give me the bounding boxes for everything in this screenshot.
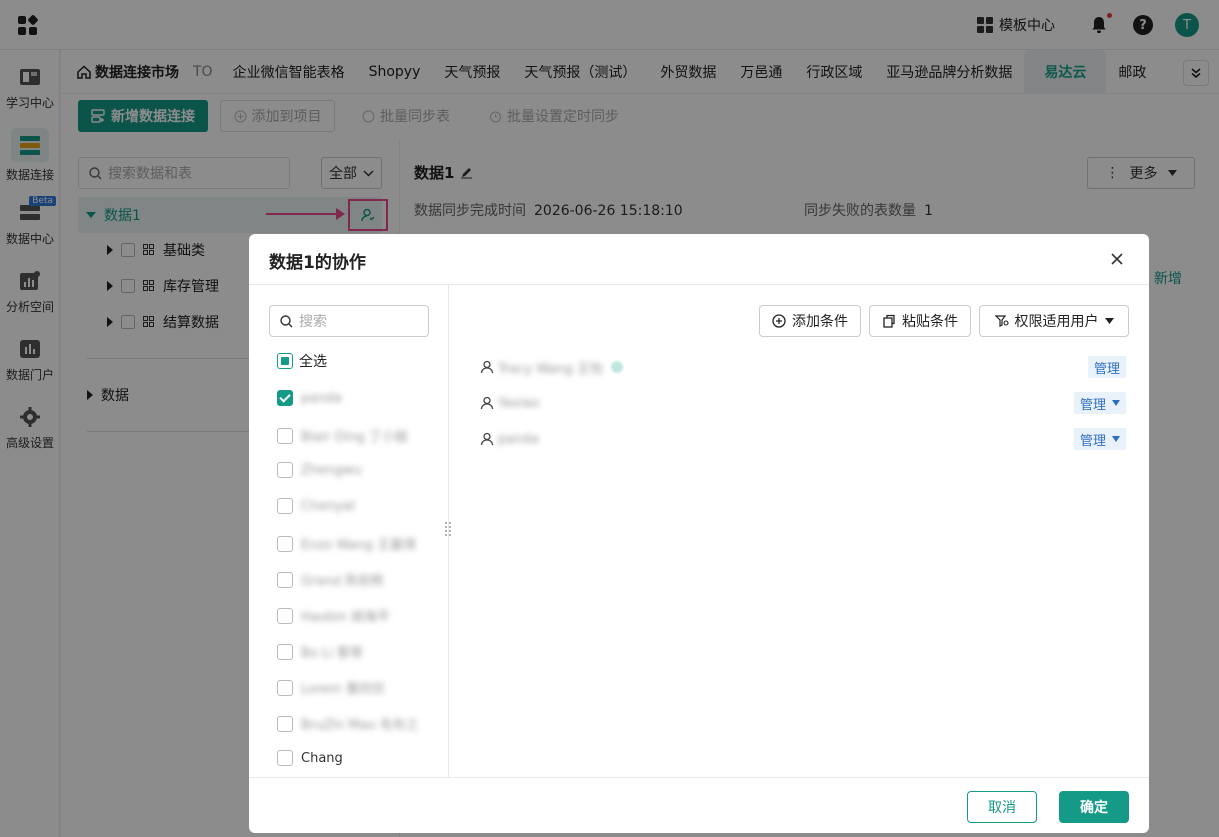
user-name: Zhengwu — [301, 462, 362, 478]
paste-icon — [883, 314, 895, 328]
add-condition-button[interactable]: 添加条件 — [759, 305, 861, 337]
user-search-input[interactable]: 搜索 — [269, 305, 429, 337]
paste-condition-label: 粘贴条件 — [902, 314, 958, 330]
role-label: 管理 — [1093, 361, 1120, 377]
user-option[interactable]: Blair Ding 丁小姐 — [277, 426, 408, 445]
user-name: Chang — [301, 750, 343, 766]
permission-panel: 添加条件 粘贴条件 权限适用用户 Tracy Wang 王怡 管理 Yaxiao… — [450, 285, 1149, 777]
checkbox — [277, 679, 293, 696]
permission-role-dropdown[interactable]: 管理 — [1073, 428, 1126, 450]
user-option[interactable]: Zhengwu — [277, 462, 362, 478]
user-option[interactable]: Chang — [277, 750, 343, 766]
user-option[interactable]: panda — [277, 390, 342, 406]
modal-footer: 取消 确定 — [249, 777, 1149, 833]
user-name: Chenyat — [301, 498, 356, 514]
paste-condition-button[interactable]: 粘贴条件 — [869, 305, 971, 337]
user-name: Haobin 胡海平 — [301, 610, 390, 625]
select-all-label: 全选 — [299, 354, 327, 370]
user-icon — [480, 396, 494, 410]
plus-circle-icon — [772, 314, 786, 328]
modal-header: 数据1的协作 — [249, 234, 1149, 285]
user-option[interactable]: Haobin 胡海平 — [277, 606, 390, 625]
user-option[interactable]: BruZhi Mao 毛布之 — [277, 714, 419, 733]
permission-user-name: Yaxiao — [498, 395, 540, 411]
select-all-checkbox[interactable]: 全选 — [277, 351, 327, 371]
user-list-panel: 搜索 全选 panda Blair Ding 丁小姐 Zhengwu Cheny… — [249, 285, 449, 777]
checkbox — [277, 750, 293, 766]
user-name: panda — [301, 390, 342, 406]
add-condition-label: 添加条件 — [792, 314, 848, 330]
caret-down-icon — [1112, 436, 1120, 442]
permission-row: Tracy Wang 王怡 管理 — [480, 356, 1126, 378]
user-option[interactable]: Chenyat — [277, 498, 355, 514]
permission-row: panda 管理 — [480, 428, 1126, 450]
role-label: 管理 — [1079, 433, 1106, 449]
permission-user-name: panda — [498, 431, 539, 447]
caret-down-icon — [1112, 400, 1120, 406]
checkbox — [277, 462, 293, 478]
user-icon — [480, 360, 494, 374]
checkbox — [277, 535, 293, 552]
checkbox — [277, 498, 293, 514]
user-name: Bo Li 黎哥 — [301, 646, 363, 661]
permission-role-tag[interactable]: 管理 — [1087, 356, 1126, 378]
collaboration-modal: 数据1的协作 搜索 全选 panda Blair Ding 丁小姐 Zhengw… — [249, 234, 1149, 833]
user-name: Blair Ding 丁小姐 — [301, 430, 408, 445]
permission-role-dropdown[interactable]: 管理 — [1073, 392, 1126, 414]
permission-users-dropdown[interactable]: 权限适用用户 — [979, 305, 1129, 337]
user-name: BruZhi Mao 毛布之 — [301, 718, 419, 733]
permission-user-name: Tracy Wang 王怡 — [498, 361, 603, 377]
checkbox-checked — [277, 390, 293, 406]
cancel-button[interactable]: 取消 — [967, 791, 1037, 823]
confirm-button[interactable]: 确定 — [1059, 791, 1129, 823]
search-placeholder: 搜索 — [299, 314, 327, 330]
checkbox — [277, 715, 293, 732]
role-label: 管理 — [1079, 397, 1106, 413]
checkbox — [277, 427, 293, 444]
user-badge-icon — [610, 361, 623, 373]
caret-down-icon — [1104, 318, 1114, 324]
close-icon[interactable] — [1107, 249, 1127, 269]
user-option[interactable]: Lorem 蕾欣欣 — [277, 678, 385, 697]
permission-row: Yaxiao 管理 — [480, 392, 1126, 414]
indeterminate-checkbox — [277, 353, 293, 369]
modal-title: 数据1的协作 — [269, 253, 366, 273]
user-option[interactable]: Enzo Wang 王嘉琪 — [277, 534, 416, 553]
filter-user-icon — [994, 315, 1009, 327]
checkbox — [277, 643, 293, 660]
user-name: Grand 陈前熊 — [301, 574, 385, 589]
checkbox — [277, 607, 293, 624]
user-option[interactable]: Grand 陈前熊 — [277, 570, 384, 589]
user-name: Lorem 蕾欣欣 — [301, 682, 385, 697]
user-icon — [480, 432, 494, 446]
permission-users-label: 权限适用用户 — [1014, 314, 1099, 330]
user-option[interactable]: Bo Li 黎哥 — [277, 642, 363, 661]
search-icon — [280, 314, 293, 327]
checkbox — [277, 571, 293, 588]
user-name: Enzo Wang 王嘉琪 — [301, 538, 416, 553]
